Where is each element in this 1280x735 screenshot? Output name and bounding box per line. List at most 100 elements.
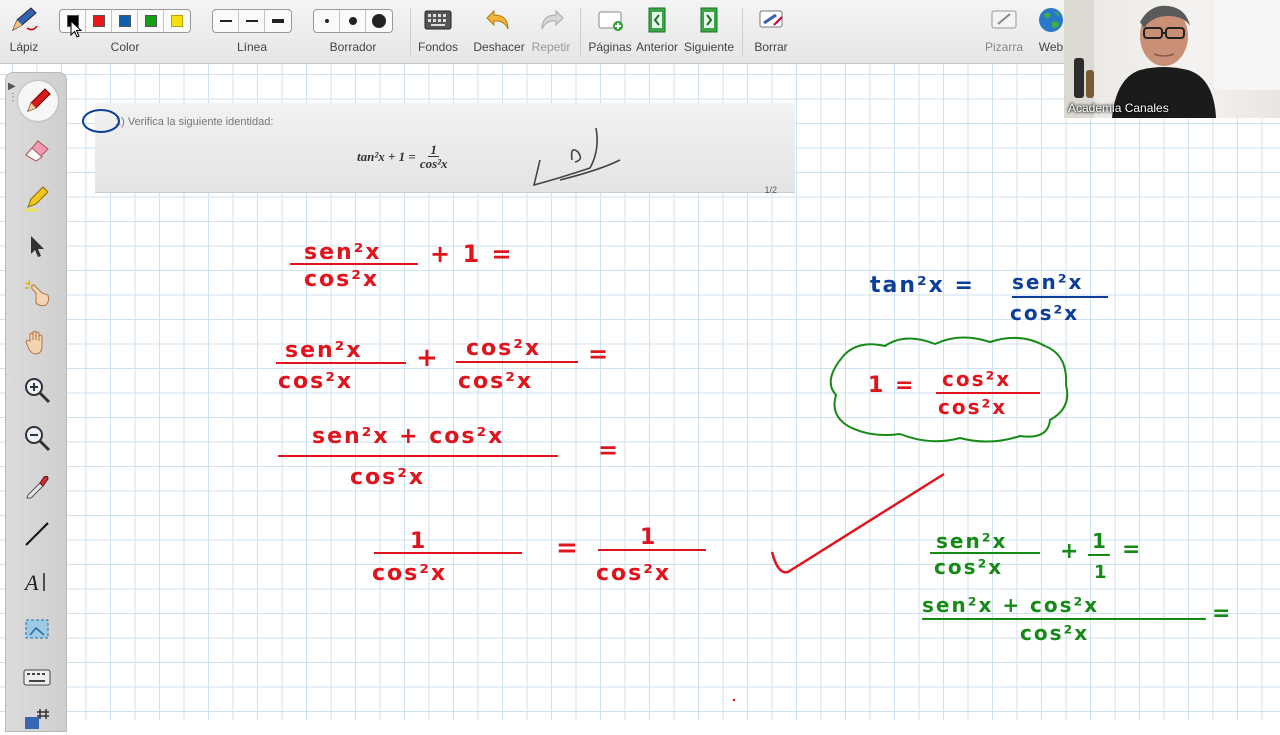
laser-pointer-tool[interactable]	[20, 277, 54, 311]
clear-board-icon	[756, 0, 786, 40]
green1-plus: +	[1060, 539, 1080, 564]
web-button[interactable]: Web	[1034, 0, 1068, 64]
color-blue[interactable]	[112, 10, 138, 32]
green1-equals: =	[1122, 537, 1142, 562]
whiteboard-icon	[989, 0, 1019, 40]
eyedropper-tool[interactable]	[20, 469, 54, 503]
step2-equals: =	[588, 340, 610, 368]
green1-denominator: cos²x	[934, 555, 1003, 579]
pencil-label: Lápiz	[9, 40, 39, 54]
keyboard-tool[interactable]	[20, 661, 54, 695]
eraser-small[interactable]	[314, 10, 340, 32]
mouse-cursor-icon	[70, 20, 82, 38]
step4-denominator-b: cos²x	[596, 561, 671, 586]
line-label: Línea	[236, 40, 268, 54]
whiteboard-label: Pizarra	[984, 40, 1023, 54]
hand-icon	[25, 330, 43, 355]
green1-numerator: sen²x	[936, 529, 1007, 553]
step4-numerator-a: 1	[410, 529, 427, 554]
keyboard-background-icon	[423, 0, 453, 40]
arrow-pointer-icon	[31, 236, 44, 257]
green2-equals: =	[1212, 601, 1232, 626]
presenter-name: Academia Canales	[1068, 101, 1169, 115]
step3-numerator: sen²x + cos²x	[312, 424, 504, 449]
pan-tool[interactable]	[20, 325, 54, 359]
toolbar-divider	[742, 8, 743, 56]
stray-dot	[732, 698, 736, 702]
text-tool[interactable]: A	[20, 565, 54, 599]
select-tool[interactable]	[20, 229, 54, 263]
previous-page-button[interactable]: Anterior	[636, 0, 678, 64]
backgrounds-button[interactable]: Fondos	[414, 0, 462, 64]
eraser-tool[interactable]	[20, 133, 54, 167]
step4-denominator-a: cos²x	[372, 561, 447, 586]
grid-hash-icon	[25, 709, 49, 729]
whiteboard-button[interactable]: Pizarra	[984, 0, 1024, 64]
step3-equals: =	[598, 436, 620, 464]
line-thin[interactable]	[213, 10, 239, 32]
one-numerator: cos²x	[942, 367, 1011, 391]
eraser-icon	[25, 140, 49, 162]
keyboard-icon	[23, 669, 51, 686]
problem-number-circle	[82, 109, 120, 133]
pencil-tool[interactable]: Lápiz	[6, 0, 42, 64]
green2-numerator: sen²x + cos²x	[922, 593, 1099, 617]
one-denominator: cos²x	[938, 395, 1007, 419]
line-thick[interactable]	[265, 10, 291, 32]
pointing-hand-icon	[25, 280, 50, 307]
line-tool[interactable]	[20, 517, 54, 551]
screenshot-tool[interactable]	[20, 613, 54, 647]
line-group: Línea	[210, 0, 294, 64]
tan-numerator: sen²x	[1012, 270, 1083, 294]
web-label: Web	[1038, 40, 1064, 54]
step2-denominator-b: cos²x	[458, 369, 533, 394]
green1-denominator2: 1	[1094, 562, 1109, 583]
eyedropper-icon	[26, 475, 49, 499]
redo-button[interactable]: Repetir	[530, 0, 572, 64]
grid-tool[interactable]	[20, 701, 54, 735]
color-green[interactable]	[138, 10, 164, 32]
undo-icon	[484, 0, 514, 40]
zoom-in-tool[interactable]	[20, 373, 54, 407]
eraser-size-picker	[313, 9, 393, 33]
globe-icon	[1036, 0, 1066, 40]
collapse-arrow-icon[interactable]: ▶ ⋮	[8, 81, 18, 121]
pages-button[interactable]: Páginas	[588, 0, 632, 64]
straight-line-icon	[25, 522, 49, 546]
pencil-icon	[9, 0, 39, 40]
step1-denominator: cos²x	[304, 267, 379, 292]
one-lhs: 1 =	[868, 373, 915, 398]
line-medium[interactable]	[239, 10, 265, 32]
next-page-button[interactable]: Siguiente	[684, 0, 734, 64]
step1-numerator: sen²x	[304, 240, 382, 265]
color-label: Color	[110, 40, 140, 54]
step2-plus: +	[416, 343, 440, 373]
toolbar-divider	[580, 8, 581, 56]
clear-label: Borrar	[754, 40, 788, 54]
highlighter-tool[interactable]	[20, 181, 54, 215]
checkmark-scribble	[532, 127, 621, 187]
clear-button[interactable]: Borrar	[750, 0, 792, 64]
zoom-out-tool[interactable]	[20, 421, 54, 455]
undo-button[interactable]: Deshacer	[473, 0, 525, 64]
undo-label: Deshacer	[473, 40, 525, 54]
step2-denominator-a: cos²x	[278, 369, 353, 394]
step4-numerator-b: 1	[640, 525, 657, 550]
pen-tool[interactable]	[18, 81, 58, 121]
eraser-large[interactable]	[366, 10, 392, 32]
next-page-icon	[694, 0, 724, 40]
step2-numerator-a: sen²x	[285, 338, 363, 363]
green1-numerator2: 1	[1092, 529, 1108, 553]
redo-label: Repetir	[531, 40, 571, 54]
color-yellow[interactable]	[164, 10, 190, 32]
eraser-group: Borrador	[311, 0, 395, 64]
eraser-medium[interactable]	[340, 10, 366, 32]
previous-label: Anterior	[635, 40, 679, 54]
color-red[interactable]	[86, 10, 112, 32]
red-pen-icon	[27, 88, 51, 112]
redo-icon	[536, 0, 566, 40]
step3-denominator: cos²x	[350, 465, 425, 490]
tan-denominator: cos²x	[1010, 301, 1079, 325]
step1-rest: + 1 =	[430, 240, 514, 268]
eraser-label: Borrador	[329, 40, 377, 54]
